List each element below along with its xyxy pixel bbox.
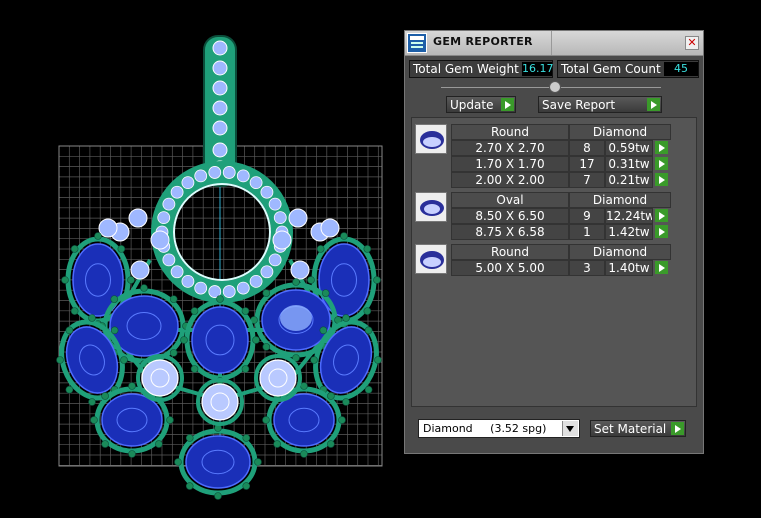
pendant-render	[56, 35, 383, 500]
gem-weight: 1.40tw	[605, 260, 653, 276]
panel-title: GEM REPORTER	[433, 35, 533, 48]
update-button-label: Update	[450, 98, 494, 112]
total-gem-count-box: Total Gem Count 45	[557, 60, 699, 78]
gem-shape-label: Oval	[451, 192, 569, 208]
gem-thumbnail-icon[interactable]	[415, 192, 447, 222]
panel-splitter-handle[interactable]	[549, 81, 561, 93]
gem-weight: 0.21tw	[605, 172, 653, 188]
gem-count: 1	[569, 224, 605, 240]
select-gems-arrow-icon[interactable]	[655, 173, 668, 186]
update-button[interactable]: Update	[446, 96, 516, 113]
gem-size: 1.70 X 1.70	[451, 156, 569, 172]
gem-count: 7	[569, 172, 605, 188]
total-gem-count-value: 45	[664, 62, 698, 76]
gem-shape-label: Round	[451, 244, 569, 260]
save-report-button-label: Save Report	[542, 98, 616, 112]
3d-viewport[interactable]	[0, 0, 400, 514]
dropdown-arrow-icon[interactable]	[562, 421, 578, 436]
gem-size: 2.70 X 2.70	[451, 140, 569, 156]
gem-shape-label: Round	[451, 124, 569, 140]
titlebar-divider	[551, 31, 552, 55]
arrow-right-icon	[501, 98, 514, 111]
pendant-model	[56, 35, 382, 500]
gem-material-label: Diamond	[569, 244, 671, 260]
gem-report-list[interactable]: Round Diamond 2.70 X 2.70 8 0.59tw 1.70 …	[411, 117, 697, 407]
gem-size: 2.00 X 2.00	[451, 172, 569, 188]
total-gem-weight-label: Total Gem Weight	[413, 62, 519, 76]
gem-weight: 12.24tw	[605, 208, 653, 224]
total-gem-count-label: Total Gem Count	[561, 62, 661, 76]
gem-size: 8.75 X 6.58	[451, 224, 569, 240]
gem-reporter-app-icon	[407, 33, 427, 53]
material-dropdown-value: Diamond (3.52 spg)	[423, 422, 547, 435]
panel-titlebar[interactable]: GEM REPORTER ✕	[405, 31, 703, 56]
gem-thumbnail-icon[interactable]	[415, 244, 447, 274]
material-dropdown[interactable]: Diamond (3.52 spg)	[418, 419, 580, 438]
gem-material-label: Diamond	[569, 192, 671, 208]
select-gems-arrow-icon[interactable]	[655, 225, 668, 238]
save-report-button[interactable]: Save Report	[538, 96, 662, 113]
select-gems-arrow-icon[interactable]	[655, 209, 668, 222]
gem-thumbnail-icon[interactable]	[415, 124, 447, 154]
total-gem-weight-box: Total Gem Weight 16.17	[409, 60, 554, 78]
gem-weight: 0.31tw	[605, 156, 653, 172]
gem-material-label: Diamond	[569, 124, 671, 140]
gem-reporter-panel: GEM REPORTER ✕ Total Gem Weight 16.17 To…	[404, 30, 704, 454]
gem-count: 17	[569, 156, 605, 172]
set-material-button[interactable]: Set Material	[590, 420, 686, 437]
gem-count: 3	[569, 260, 605, 276]
gem-weight: 0.59tw	[605, 140, 653, 156]
arrow-right-icon	[647, 98, 660, 111]
select-gems-arrow-icon[interactable]	[655, 141, 668, 154]
close-icon[interactable]: ✕	[685, 36, 699, 50]
gem-size: 5.00 X 5.00	[451, 260, 569, 276]
total-gem-weight-value: 16.17	[522, 62, 554, 76]
gem-count: 9	[569, 208, 605, 224]
arrow-right-icon	[671, 422, 684, 435]
select-gems-arrow-icon[interactable]	[655, 261, 668, 274]
select-gems-arrow-icon[interactable]	[655, 157, 668, 170]
gem-size: 8.50 X 6.50	[451, 208, 569, 224]
set-material-button-label: Set Material	[594, 422, 667, 436]
gem-weight: 1.42tw	[605, 224, 653, 240]
gem-count: 8	[569, 140, 605, 156]
